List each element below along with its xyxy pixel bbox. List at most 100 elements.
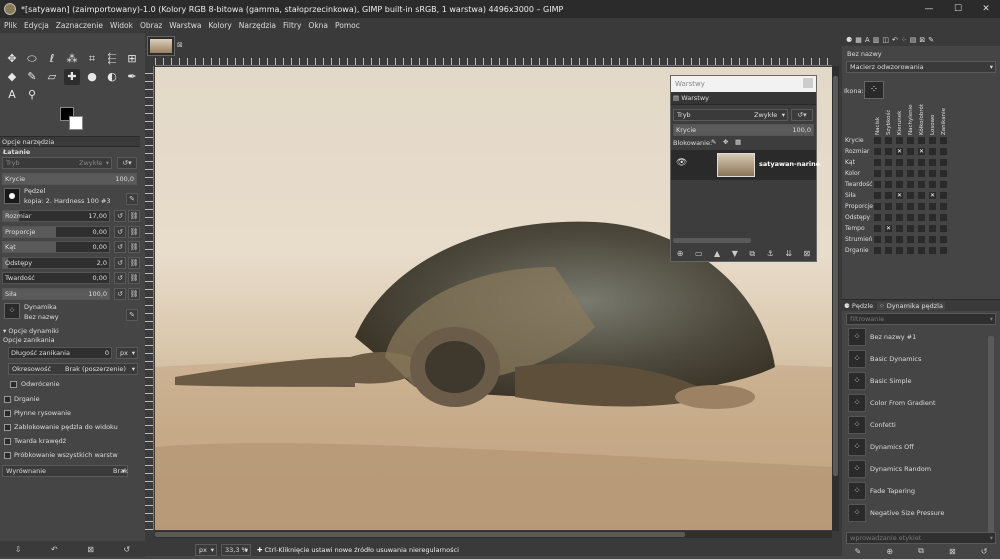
matrix-cell[interactable] — [885, 214, 892, 221]
tab-channels-icon[interactable]: ▤ — [910, 36, 917, 44]
mode-reset-icon[interactable]: ↺▾ — [117, 157, 137, 169]
menu-filtry[interactable]: Filtry — [283, 21, 301, 30]
dynamics-list-scrollbar[interactable] — [988, 336, 994, 536]
matrix-cell[interactable] — [896, 159, 903, 166]
reset-icon[interactable]: ↺ — [114, 210, 126, 222]
lower-layer-icon[interactable]: ▼ — [732, 249, 738, 258]
brush-preview[interactable] — [4, 188, 20, 204]
matrix-cell[interactable] — [929, 236, 936, 243]
matrix-cell[interactable] — [940, 203, 947, 210]
edit-dynamics-footer-icon[interactable]: ✎ — [855, 547, 862, 556]
matrix-cell[interactable] — [907, 247, 914, 254]
matrix-cell[interactable] — [896, 170, 903, 177]
close-button[interactable]: ✕ — [972, 0, 1000, 18]
matrix-cell[interactable] — [885, 148, 892, 155]
restore-options-icon[interactable]: ↶ — [51, 545, 58, 554]
dynamics-list-item[interactable]: ⁘ Dynamics Off — [846, 436, 986, 457]
transform-icon[interactable]: ⬱ — [104, 51, 120, 67]
dynamics-list-item[interactable]: ⁘ Basic Simple — [846, 370, 986, 391]
ellipse-select-icon[interactable]: ⬭ — [24, 51, 40, 67]
matrix-cell[interactable] — [940, 137, 947, 144]
matrix-cell[interactable] — [929, 214, 936, 221]
reset-icon[interactable]: ↺ — [114, 225, 126, 238]
merge-layer-icon[interactable]: ⇊ — [785, 249, 792, 258]
maximize-button[interactable]: ☐ — [944, 0, 972, 18]
slider-1[interactable]: Proporcje 0,00 — [2, 225, 110, 238]
link-icon[interactable]: ⛓ — [128, 241, 140, 253]
minimize-button[interactable]: — — [915, 0, 943, 18]
duplicate-dynamics-icon[interactable]: ⧉ — [918, 546, 924, 556]
matrix-cell[interactable] — [940, 181, 947, 188]
path-icon[interactable]: ✒ — [124, 69, 140, 85]
matrix-cell[interactable] — [918, 181, 925, 188]
dynamics-list-item[interactable]: ⁘ Basic Dynamics — [846, 348, 986, 369]
matrix-cell[interactable] — [929, 203, 936, 210]
matrix-cell[interactable] — [940, 247, 947, 254]
text-tool-icon[interactable]: A — [4, 87, 20, 103]
matrix-cell[interactable] — [885, 236, 892, 243]
matrix-cell[interactable] — [874, 236, 881, 243]
menu-narzedzia[interactable]: Narzędzia — [239, 21, 276, 30]
matrix-cell[interactable] — [885, 170, 892, 177]
menu-warstwa[interactable]: Warstwa — [169, 21, 201, 30]
zoom-dropdown[interactable]: 33,3 % ▾ — [221, 543, 251, 556]
dynamics-list-item[interactable]: ⁘ Bez nazwy #1 — [846, 326, 986, 347]
menu-zaznaczenie[interactable]: Zaznaczenie — [56, 21, 103, 30]
matrix-cell[interactable] — [885, 192, 892, 199]
tab-editor-icon[interactable]: ✎ — [928, 36, 934, 44]
link-icon[interactable]: ⛓ — [128, 210, 140, 222]
tab-pattern-icon[interactable]: ▦ — [855, 36, 862, 44]
matrix-cell[interactable]: ✕ — [918, 148, 925, 155]
slider-5[interactable]: Siła 100,0 — [2, 287, 110, 300]
slider-2[interactable]: Kąt 0,00 — [2, 241, 110, 253]
menu-kolory[interactable]: Kolory — [208, 21, 231, 30]
heal-tool-icon[interactable]: ✚ — [64, 69, 80, 85]
matrix-cell[interactable] — [896, 214, 903, 221]
slider-4[interactable]: Twardość 0,00 — [2, 272, 110, 284]
fade-unit-dropdown[interactable]: px ▾ — [116, 347, 138, 359]
menu-plik[interactable]: Plik — [4, 21, 17, 30]
option-checkbox[interactable] — [4, 438, 11, 445]
matrix-cell[interactable] — [907, 159, 914, 166]
tab-history-icon[interactable]: ↶ — [892, 36, 898, 44]
matrix-cell[interactable] — [918, 159, 925, 166]
refresh-dynamics-icon[interactable]: ↺ — [981, 547, 988, 556]
matrix-cell[interactable] — [940, 236, 947, 243]
matrix-cell[interactable]: ✕ — [896, 148, 903, 155]
matrix-cell[interactable] — [918, 203, 925, 210]
matrix-cell[interactable] — [907, 192, 914, 199]
mode-dropdown[interactable]: Tryb Zwykłe ▾ — [2, 157, 112, 169]
new-group-icon[interactable]: ▭ — [695, 249, 703, 258]
tab-paths-icon[interactable]: ⊠ — [919, 36, 925, 44]
vertical-scrollbar[interactable] — [832, 66, 839, 531]
dynamics-list-item[interactable]: ⁘ Color From Gradient — [846, 392, 986, 413]
duplicate-layer-icon[interactable]: ⧉ — [749, 249, 755, 259]
option-checkbox[interactable] — [4, 452, 11, 459]
crop-icon[interactable]: ⌗ — [84, 51, 100, 67]
link-icon[interactable]: ⛓ — [128, 272, 140, 284]
matrix-cell[interactable] — [896, 203, 903, 210]
reset-icon[interactable]: ↺ — [114, 272, 126, 284]
dynamics-list-item[interactable]: ⁘ Negative Size Pressure — [846, 502, 986, 523]
matrix-cell[interactable] — [885, 247, 892, 254]
matrix-cell[interactable] — [874, 247, 881, 254]
lock-pixels-icon[interactable]: ✎ — [711, 138, 716, 146]
matrix-cell[interactable] — [896, 247, 903, 254]
option-checkbox[interactable] — [4, 424, 11, 431]
matrix-cell[interactable] — [940, 225, 947, 232]
matrix-cell[interactable] — [896, 181, 903, 188]
new-layer-icon[interactable]: ⊕ — [677, 249, 684, 258]
matrix-dropdown[interactable]: Macierz odwzorowania ▾ — [846, 61, 996, 73]
matrix-cell[interactable] — [907, 225, 914, 232]
tag-input[interactable]: wprowadzanie etykiet ▾ — [846, 532, 996, 544]
option-checkbox[interactable] — [4, 396, 11, 403]
zoom-icon[interactable]: ⚲ — [24, 87, 40, 103]
matrix-cell[interactable] — [940, 214, 947, 221]
matrix-cell[interactable] — [907, 148, 914, 155]
reset-icon[interactable]: ↺ — [114, 287, 126, 300]
slider-0[interactable]: Rozmiar 17,00 — [2, 210, 110, 222]
matrix-cell[interactable] — [940, 148, 947, 155]
menu-obraz[interactable]: Obraz — [140, 21, 162, 30]
matrix-cell[interactable] — [940, 170, 947, 177]
matrix-cell[interactable] — [907, 170, 914, 177]
